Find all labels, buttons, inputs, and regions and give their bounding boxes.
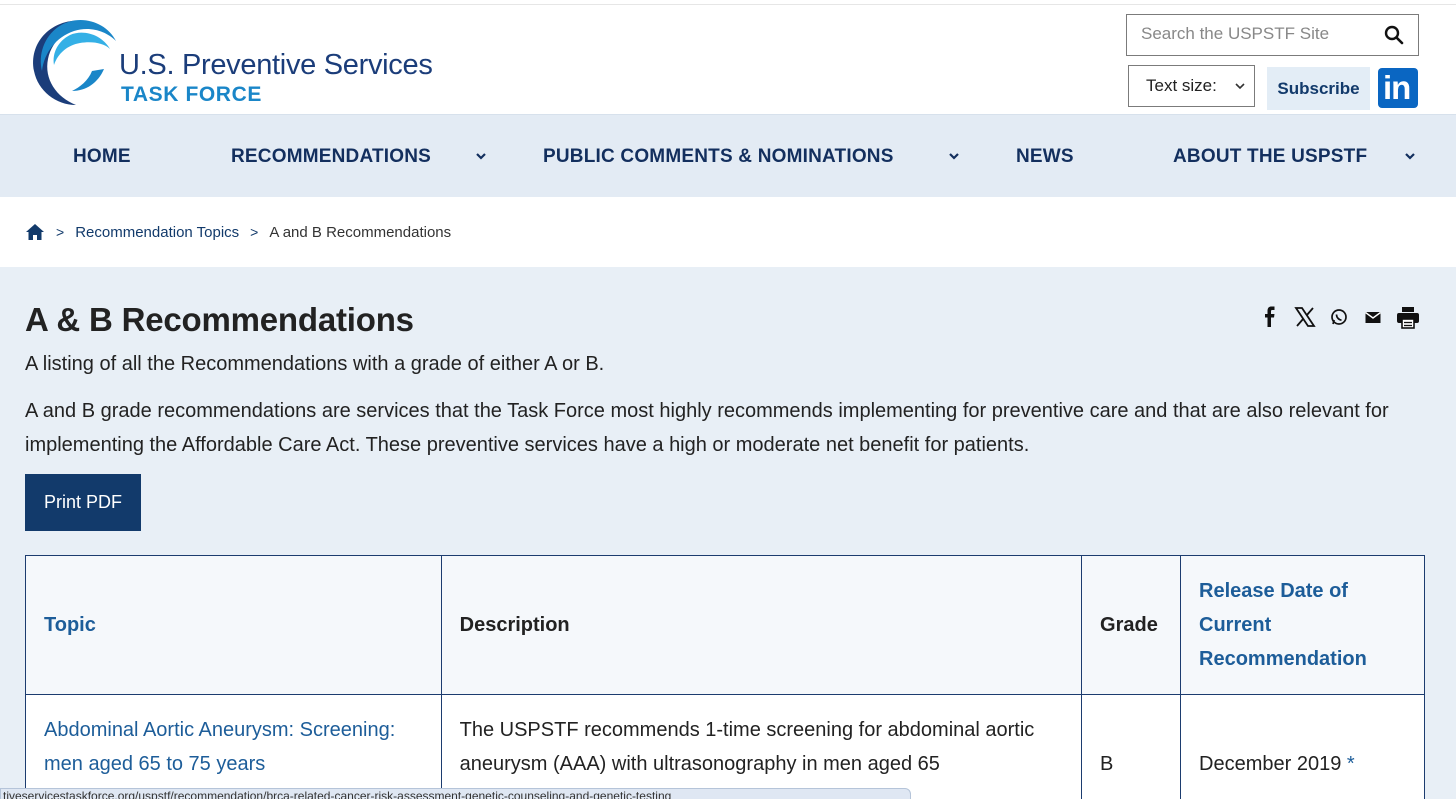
chevron-down-icon [1235, 83, 1245, 90]
column-header-grade: Grade [1081, 555, 1182, 695]
intro-text: A listing of all the Recommendations wit… [25, 353, 605, 375]
uspstf-logo[interactable]: U.S. Preventive Services TASK FORCE [26, 13, 433, 109]
breadcrumb-current: A and B Recommendations [269, 223, 452, 241]
nav-item-public-comments[interactable]: PUBLIC COMMENTS & NOMINATIONS [543, 115, 894, 198]
whatsapp-icon[interactable] [1330, 305, 1348, 329]
column-header-release-date[interactable]: Release Date of Current Recommendation [1180, 555, 1425, 695]
nav-item-news[interactable]: NEWS [1016, 115, 1074, 198]
linkedin-label: in [1383, 69, 1411, 106]
logo-swoosh-icon [33, 19, 116, 106]
logo-title: U.S. Preventive Services [119, 49, 433, 81]
logo-subtitle: TASK FORCE [121, 83, 262, 106]
page-title: A & B Recommendations [25, 301, 414, 338]
footnote-asterisk[interactable]: * [1347, 753, 1355, 775]
table-row: Abdominal Aortic Aneurysm: Screening: me… [25, 694, 1425, 799]
cell-release-date: December 2019 * [1180, 694, 1425, 799]
breadcrumb-recommendation-topics[interactable]: Recommendation Topics [75, 224, 239, 241]
search-box [1126, 14, 1419, 56]
home-icon[interactable] [25, 222, 45, 242]
print-icon[interactable] [1396, 305, 1420, 329]
search-icon[interactable] [1384, 25, 1404, 45]
column-header-grade-label: Grade [1100, 614, 1158, 636]
email-icon[interactable] [1364, 305, 1382, 329]
column-header-description-label: Description [459, 614, 570, 636]
subscribe-button[interactable]: Subscribe [1267, 67, 1370, 110]
main-content: A & B Recommendations A listing of all t… [0, 267, 1456, 799]
breadcrumb: > Recommendation Topics > A and B Recomm… [0, 197, 1456, 267]
text-size-select[interactable]: Text size: [1128, 65, 1255, 107]
chevron-down-icon[interactable] [1403, 149, 1417, 163]
search-input[interactable] [1141, 15, 1381, 53]
breadcrumb-separator: > [250, 224, 259, 240]
recommendations-table: Topic Description Grade Release Date of … [25, 555, 1425, 799]
breadcrumb-separator: > [56, 224, 65, 240]
chevron-down-icon[interactable] [947, 149, 961, 163]
status-bar-url: tiveservicestaskforce.org/uspstf/recomme… [0, 788, 911, 799]
main-nav: HOME RECOMMENDATIONS PUBLIC COMMENTS & N… [0, 114, 1456, 197]
print-pdf-button[interactable]: Print PDF [25, 474, 141, 531]
linkedin-icon[interactable]: in [1378, 68, 1418, 108]
cell-topic: Abdominal Aortic Aneurysm: Screening: me… [25, 694, 442, 799]
text-size-label: Text size: [1146, 76, 1217, 95]
topic-link[interactable]: Abdominal Aortic Aneurysm: Screening: me… [44, 719, 395, 775]
nav-item-recommendations[interactable]: RECOMMENDATIONS [231, 115, 431, 198]
cell-description: The USPSTF recommends 1-time screening f… [440, 694, 1083, 799]
site-header: U.S. Preventive Services TASK FORCE Text… [0, 5, 1456, 115]
column-header-release-date-label[interactable]: Release Date of Current Recommendation [1199, 580, 1367, 670]
facebook-icon[interactable] [1262, 305, 1278, 329]
cell-grade: B [1081, 694, 1182, 799]
nav-item-home[interactable]: HOME [73, 115, 131, 198]
column-header-description: Description [440, 555, 1083, 695]
intro-description: A and B grade recommendations are servic… [25, 400, 1389, 456]
column-header-topic[interactable]: Topic [25, 555, 442, 695]
nav-item-about[interactable]: ABOUT THE USPSTF [1173, 115, 1367, 198]
x-icon[interactable] [1294, 305, 1316, 329]
column-header-topic-label[interactable]: Topic [44, 614, 96, 636]
chevron-down-icon[interactable] [474, 149, 488, 163]
table-header-row: Topic Description Grade Release Date of … [25, 555, 1425, 695]
release-date-text: December 2019 [1199, 753, 1342, 775]
